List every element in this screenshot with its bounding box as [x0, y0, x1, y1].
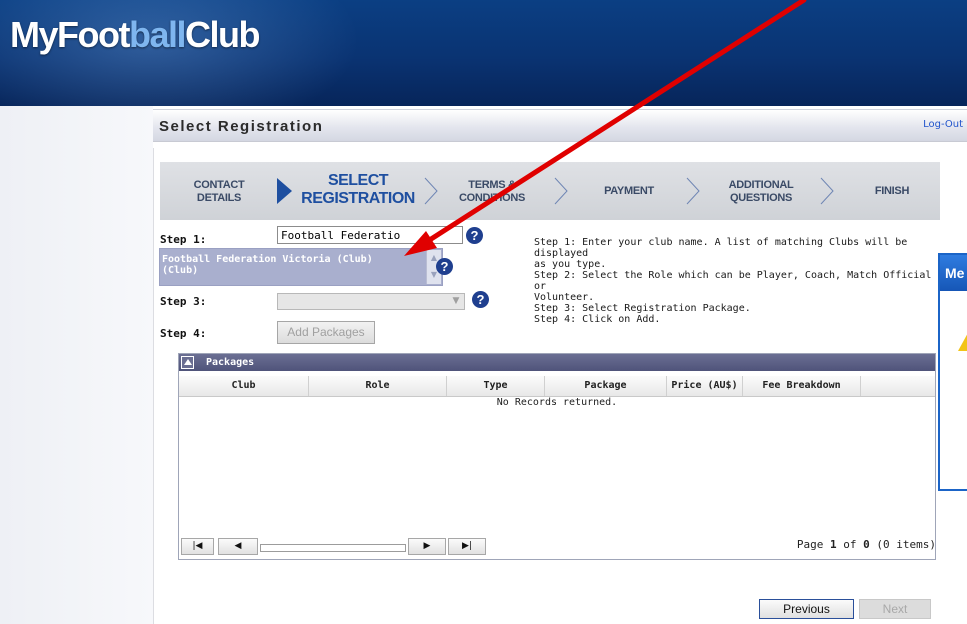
message-window-title: Me — [940, 255, 967, 291]
title-bar: Select Registration Log-Out — [153, 109, 967, 142]
help-icon[interactable]: ? — [436, 258, 453, 275]
instruction-line: as you type. — [534, 259, 607, 270]
column-header-package[interactable]: Package — [545, 376, 667, 396]
instruction-line: Volunteer. — [534, 292, 595, 303]
step-arrow-outline-icon — [820, 177, 834, 205]
wizard-step-bar: CONTACT DETAILS SELECT REGISTRATION TERM… — [160, 162, 940, 220]
wizard-step-label: CONDITIONS — [458, 192, 526, 204]
wizard-step-select-registration: SELECT REGISTRATION — [294, 172, 422, 208]
add-packages-button[interactable]: Add Packages — [277, 321, 375, 344]
warning-icon — [958, 331, 967, 351]
chevron-down-icon[interactable]: ▼ — [449, 294, 463, 309]
column-header-role[interactable]: Role — [309, 376, 447, 396]
wizard-step-label: CONTACT — [193, 179, 245, 191]
instruction-line: Step 4: Click on Add. — [534, 314, 661, 325]
wizard-step-label: FINISH — [874, 185, 910, 197]
instruction-line: Step 3: Select Registration Package. — [534, 303, 751, 314]
wizard-step-label: SELECT — [327, 172, 389, 189]
left-side-panel — [0, 106, 153, 624]
step4-label: Step 4: — [160, 327, 207, 340]
club-suggestion-item[interactable]: Football Federation Victoria (Club) (Clu… — [162, 254, 424, 276]
suggestion-text-line: Football Federation Victoria (Club) — [162, 254, 373, 265]
instructions-text: Step 1: Enter your club name. A list of … — [534, 237, 939, 325]
suggestion-text-line: (Club) — [162, 265, 199, 276]
wizard-step-label: REGISTRATION — [301, 190, 415, 207]
wizard-step-payment: PAYMENT — [584, 185, 674, 198]
column-header-fee-breakdown[interactable]: Fee Breakdown — [743, 376, 861, 396]
wizard-step-label: ADDITIONAL — [728, 179, 794, 191]
column-header-price[interactable]: Price (AU$) — [667, 376, 743, 396]
wizard-step-label: PAYMENT — [604, 185, 654, 197]
wizard-step-contact-details: CONTACT DETAILS — [178, 179, 260, 205]
packages-title: Packages — [206, 357, 255, 368]
registration-package-select[interactable]: ▼ — [277, 293, 465, 310]
packages-column-header: Club Role Type Package Price (AU$) Fee B… — [179, 376, 935, 397]
previous-page-button[interactable]: ◀ — [218, 538, 258, 555]
next-button[interactable]: Next — [859, 599, 931, 619]
logo-part-2: ball — [128, 14, 187, 55]
wizard-step-label: DETAILS — [196, 192, 242, 204]
message-window[interactable]: Me — [938, 253, 967, 491]
collapse-icon[interactable] — [181, 356, 194, 369]
next-page-button[interactable]: ▶ — [408, 538, 446, 555]
step-arrow-outline-icon — [554, 177, 568, 205]
last-page-button[interactable]: ▶| — [448, 538, 486, 555]
column-header-club[interactable]: Club — [179, 376, 309, 396]
previous-button[interactable]: Previous — [759, 599, 854, 619]
first-page-button[interactable]: |◀ — [181, 538, 214, 555]
item-count: (0 items) — [869, 538, 936, 551]
step3-label: Step 3: — [160, 295, 207, 308]
column-header-type[interactable]: Type — [447, 376, 545, 396]
wizard-step-label: QUESTIONS — [729, 192, 793, 204]
step-arrow-outline-icon — [424, 177, 438, 205]
wizard-step-label: TERMS & — [468, 179, 516, 191]
step-arrow-outline-icon — [686, 177, 700, 205]
wizard-step-additional-questions: ADDITIONAL QUESTIONS — [716, 179, 806, 205]
page-info: Page 1 of 0 (0 items) — [780, 538, 936, 551]
instruction-line: Step 1: Enter your club name. A list of … — [534, 237, 908, 259]
page-info-of: of — [836, 538, 864, 551]
wizard-step-finish: FINISH — [854, 185, 930, 198]
instruction-line: Step 2: Select the Role which can be Pla… — [534, 270, 932, 292]
help-icon[interactable]: ? — [472, 291, 489, 308]
wizard-step-terms-conditions: TERMS & CONDITIONS — [442, 179, 542, 205]
page-title: Select Registration — [159, 118, 324, 135]
club-name-input[interactable] — [277, 226, 463, 244]
page-info-prefix: Page — [796, 538, 831, 551]
club-suggestion-dropdown[interactable]: Football Federation Victoria (Club) (Clu… — [159, 248, 443, 286]
step1-label: Step 1: — [160, 233, 207, 246]
logo-part-3: Club — [184, 14, 260, 55]
step-arrow-filled-icon — [277, 178, 292, 204]
logout-link[interactable]: Log-Out — [923, 119, 963, 130]
empty-grid-message: No Records returned. — [496, 397, 618, 408]
total-pages: 0 — [863, 538, 870, 551]
pager-slider[interactable] — [260, 544, 406, 552]
app-header: MyFootballClub — [0, 0, 967, 106]
packages-panel: Packages Club Role Type Package Price (A… — [178, 353, 936, 560]
app-logo: MyFootballClub — [10, 14, 260, 56]
help-icon[interactable]: ? — [466, 227, 483, 244]
packages-header: Packages — [179, 354, 935, 371]
current-page: 1 — [830, 538, 837, 551]
logo-part-1: MyFoot — [10, 14, 130, 55]
